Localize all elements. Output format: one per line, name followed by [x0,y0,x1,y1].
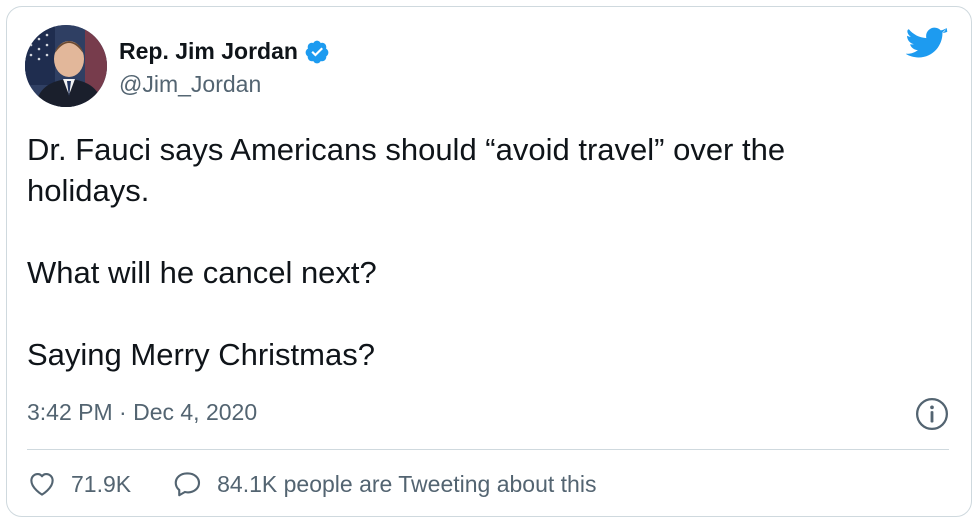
speech-bubble-icon [174,472,201,497]
avatar[interactable] [25,25,107,107]
author-name-row[interactable]: Rep. Jim Jordan [119,38,330,65]
author-name[interactable]: Rep. Jim Jordan [119,38,298,65]
like-action[interactable]: 71.9K [27,469,131,499]
tweet-timestamp[interactable]: 3:42 PM · Dec 4, 2020 [27,399,257,426]
tweet-text: Dr. Fauci says Americans should “avoid t… [27,132,786,372]
verified-badge-icon [305,40,329,63]
author-handle[interactable]: @Jim_Jordan [119,71,261,98]
conversation-action[interactable]: 84.1K people are Tweeting about this [173,469,596,499]
like-count: 71.9K [71,470,132,497]
conversation-label: 84.1K people are Tweeting about this [217,470,597,497]
info-icon[interactable] [915,397,949,431]
avatar-photo [25,25,107,107]
divider [27,449,949,450]
tweet-card: Rep. Jim Jordan @Jim_Jordan Dr. Fauci sa… [6,6,972,517]
heart-icon [30,472,54,496]
tweet-actions: 71.9K 84.1K people are Tweeting about th… [27,469,596,499]
twitter-bird-icon[interactable] [906,27,948,63]
